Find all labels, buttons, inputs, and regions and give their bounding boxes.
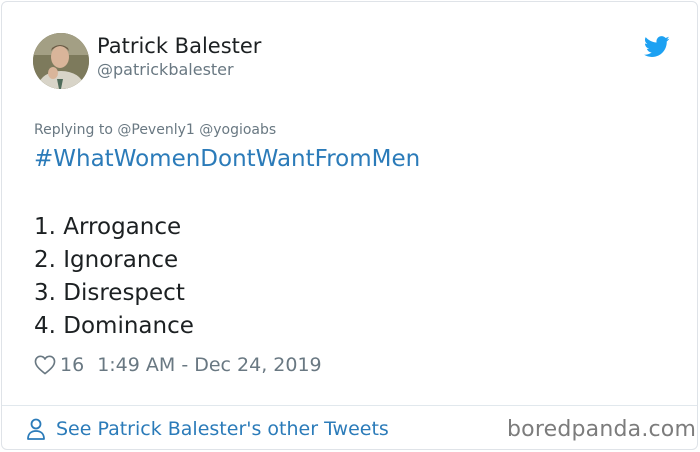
avatar-photo: [33, 33, 89, 89]
list-item: 4. Dominance: [34, 313, 194, 339]
person-icon: [27, 418, 45, 440]
see-other-tweets-link[interactable]: See Patrick Balester's other Tweets: [26, 415, 389, 443]
list-item: 1. Arrogance: [34, 214, 182, 240]
hashtag-link[interactable]: #WhatWomenDontWantFromMen: [34, 146, 420, 172]
twitter-bird-icon[interactable]: [644, 36, 670, 58]
list-item: 2. Ignorance: [34, 247, 179, 273]
list-item: 3. Disrespect: [34, 280, 185, 306]
like-count: 16: [60, 354, 85, 376]
tweet-card: Patrick Balester @patrickbalester Replyi…: [1, 1, 698, 450]
timestamp[interactable]: 1:49 AM - Dec 24, 2019: [97, 354, 321, 376]
display-name[interactable]: Patrick Balester: [97, 34, 261, 58]
avatar[interactable]: [33, 33, 89, 89]
divider: [2, 405, 697, 406]
tweet-meta: 16 1:49 AM - Dec 24, 2019: [34, 352, 322, 378]
user-handle[interactable]: @patrickbalester: [97, 60, 234, 79]
reply-context: Replying to @Pevenly1 @yogioabs: [34, 122, 277, 138]
see-other-tweets-label: See Patrick Balester's other Tweets: [56, 418, 389, 440]
heart-icon[interactable]: [34, 355, 56, 375]
tweet-body-list: 1. Arrogance 2. Ignorance 3. Disrespect …: [34, 211, 194, 343]
watermark: boredpanda.com: [507, 417, 697, 442]
